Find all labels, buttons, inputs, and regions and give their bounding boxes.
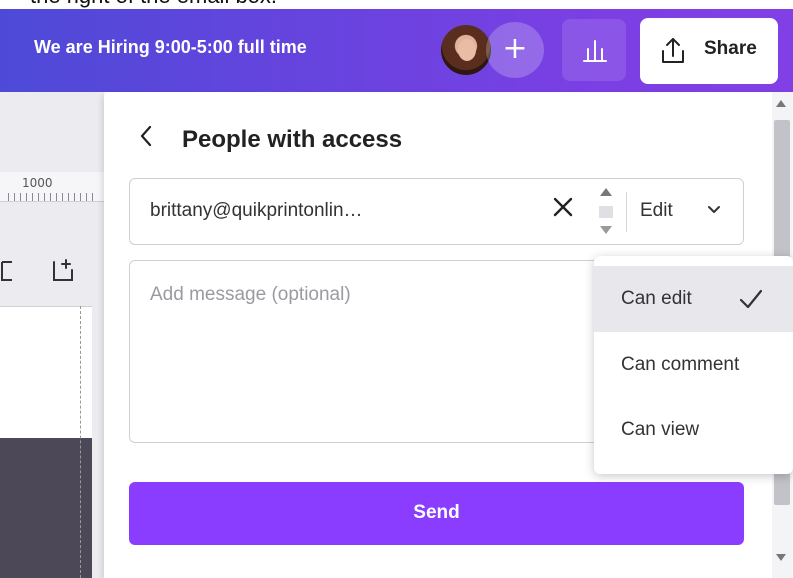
ruler-ticks [8, 193, 98, 201]
avatar-face [458, 39, 476, 61]
page-tools [0, 252, 104, 292]
permission-select-toggle[interactable] [706, 201, 722, 221]
permission-select[interactable]: Edit [640, 200, 673, 222]
design-canvas: 1000 [0, 92, 104, 578]
email-scroll-stepper[interactable] [596, 180, 616, 242]
add-page-icon[interactable] [50, 258, 76, 284]
email-value[interactable]: brittany@quikprintonlin… [150, 200, 363, 222]
chevron-left-icon [140, 125, 152, 147]
permission-option-can-view[interactable]: Can view [594, 397, 793, 463]
stepper-thumb[interactable] [599, 206, 613, 218]
stepper-up-icon[interactable] [600, 188, 612, 196]
add-collaborator-button[interactable]: + [486, 22, 544, 78]
option-label: Can view [621, 419, 700, 440]
send-button[interactable]: Send [129, 482, 744, 545]
back-button[interactable] [138, 124, 154, 154]
caption-text: the right of the email box. [30, 0, 277, 9]
page-dark-content [0, 438, 92, 578]
upload-icon [662, 38, 684, 63]
permission-option-can-edit[interactable]: Can edit [594, 266, 793, 332]
share-button[interactable]: Share [640, 18, 778, 84]
top-header: We are Hiring 9:00-5:00 full time + Shar… [0, 9, 793, 92]
send-label: Send [413, 502, 460, 523]
stepper-down-icon[interactable] [600, 226, 612, 234]
share-label: Share [704, 38, 757, 59]
insights-button[interactable] [562, 19, 626, 81]
document-caption: the right of the email box. [0, 0, 793, 9]
page-bleed-guide [80, 306, 81, 578]
panel-title: People with access [182, 126, 403, 153]
close-icon [553, 197, 573, 217]
design-title[interactable]: We are Hiring 9:00-5:00 full time [34, 37, 307, 58]
checkmark-icon [739, 289, 763, 309]
page-thumbnail[interactable] [0, 306, 92, 438]
bar-chart-icon [583, 40, 607, 62]
horizontal-ruler: 1000 [0, 172, 104, 202]
message-placeholder: Add message (optional) [150, 284, 351, 305]
permission-option-can-comment[interactable]: Can comment [594, 332, 793, 398]
duplicate-page-icon[interactable] [0, 258, 20, 284]
field-divider [626, 192, 627, 232]
ruler-number: 1000 [22, 176, 53, 190]
scroll-up-arrow-icon[interactable] [776, 100, 786, 107]
permission-dropdown: Can edit Can comment Can view [594, 256, 793, 474]
option-label: Can edit [621, 288, 692, 309]
option-label: Can comment [621, 354, 740, 375]
clear-email-button[interactable] [551, 194, 575, 226]
scroll-down-arrow-icon[interactable] [776, 554, 786, 561]
chevron-down-icon [708, 206, 720, 213]
